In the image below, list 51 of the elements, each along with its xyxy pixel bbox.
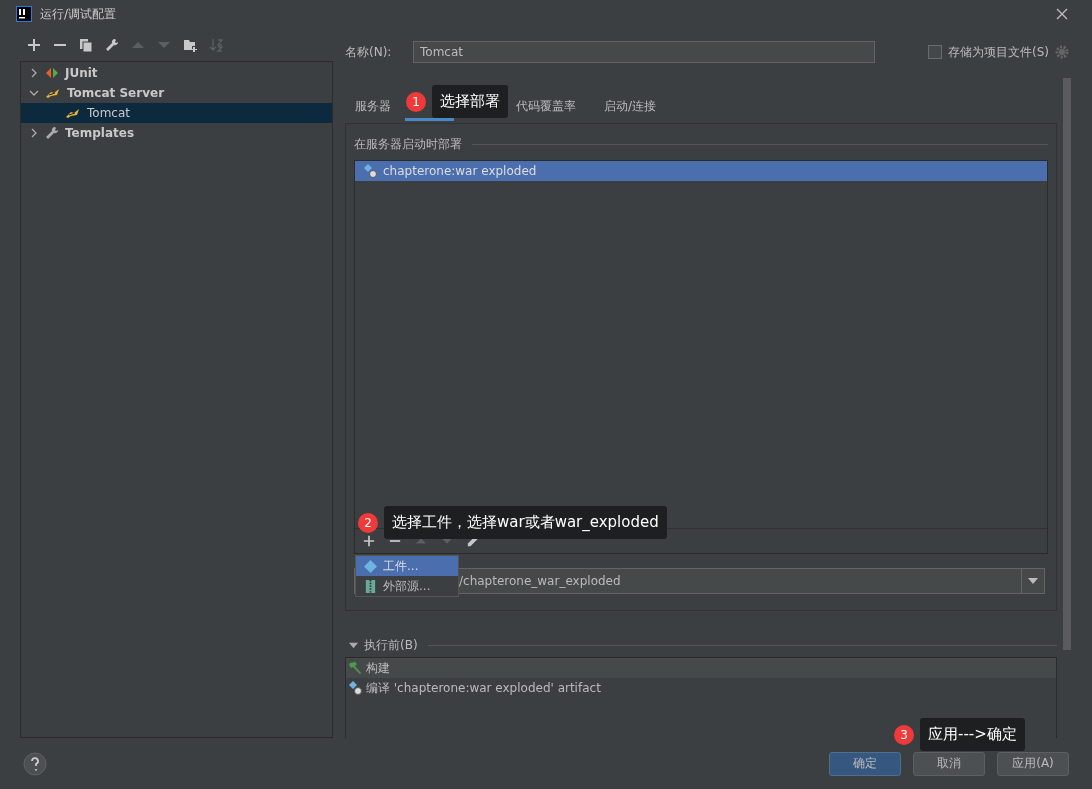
chevron-icon[interactable]	[29, 88, 39, 98]
tab[interactable]: 启动/连接	[594, 94, 667, 121]
tree-item[interactable]: Templates	[65, 126, 135, 140]
tab[interactable]: 服务器	[345, 94, 401, 121]
section-title: 在服务器启动时部署	[354, 135, 462, 153]
dialog-button[interactable]: 确定	[829, 751, 901, 776]
close-icon[interactable]	[1056, 8, 1068, 20]
tree-item[interactable]: Tomcat	[87, 106, 130, 120]
menu-item[interactable]: 外部源...	[356, 576, 458, 596]
section-title: 执行前(B)	[364, 636, 418, 654]
tab[interactable]: 代码覆盖率	[506, 94, 586, 121]
step-badge: 2	[358, 512, 378, 533]
archive-icon	[364, 579, 377, 593]
list-item[interactable]: chapterone:war exploded	[355, 161, 1047, 181]
cat-icon	[65, 107, 81, 119]
cat-icon	[45, 87, 61, 99]
chevron-icon[interactable]	[29, 68, 39, 78]
window-title: 运行/调试配置	[40, 5, 117, 23]
junit-icon	[45, 67, 59, 79]
list-item[interactable]: 构建	[346, 658, 1056, 678]
list-item[interactable]: 编译 'chapterone:war exploded' artifact	[346, 678, 1056, 698]
collapse-arrow-icon[interactable]	[349, 640, 358, 650]
chevron-icon[interactable]	[29, 128, 39, 138]
step-badge: 1	[406, 91, 426, 112]
diamond-icon	[364, 559, 377, 573]
wrench-icon	[45, 126, 59, 140]
help-icon[interactable]	[23, 751, 47, 776]
callout-tooltip: 选择部署	[432, 85, 508, 118]
menu-item[interactable]: 工件...	[356, 556, 458, 576]
add-icon[interactable]	[27, 37, 41, 52]
artifact-icon	[348, 681, 362, 695]
dialog-button[interactable]: 取消	[913, 751, 985, 776]
copy-icon[interactable]	[79, 37, 93, 52]
artifact-icon	[363, 164, 377, 178]
store-checkbox[interactable]	[928, 45, 942, 59]
add-icon[interactable]	[363, 535, 375, 547]
scrollbar-thumb[interactable]	[1063, 78, 1071, 650]
dropdown-arrow-icon	[1028, 578, 1038, 584]
wrench-icon[interactable]	[105, 37, 119, 52]
store-label: 存储为项目文件(S)	[948, 43, 1049, 61]
tree-item[interactable]: JUnit	[65, 66, 98, 80]
name-label: 名称(N):	[345, 43, 393, 61]
hammer-icon	[348, 661, 362, 675]
folder-icon[interactable]	[183, 37, 197, 52]
step-badge: 3	[894, 724, 914, 745]
callout-tooltip: 应用--->确定	[920, 718, 1025, 751]
dialog-button[interactable]: 应用(A)	[997, 751, 1069, 776]
callout-tooltip: 选择工件，选择war或者war_exploded	[384, 506, 667, 539]
app-logo-icon	[16, 6, 32, 22]
name-field[interactable]: Tomcat	[413, 41, 875, 63]
tree-item[interactable]: Tomcat Server	[67, 86, 165, 100]
